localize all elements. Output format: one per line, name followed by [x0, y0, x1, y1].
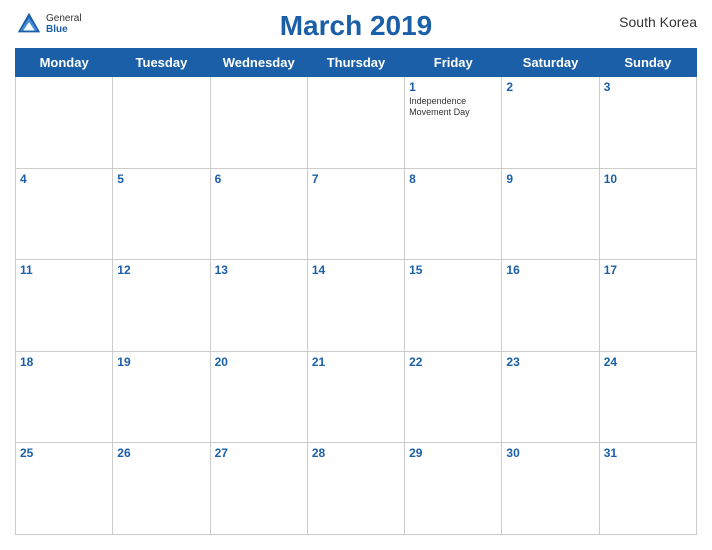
day-cell: 13: [210, 260, 307, 352]
day-cell: 26: [113, 443, 210, 535]
day-number: 3: [604, 80, 692, 94]
day-number: 2: [506, 80, 594, 94]
day-cell: 5: [113, 168, 210, 260]
calendar-wrapper: General Blue March 2019 South Korea Mond…: [0, 0, 712, 550]
day-cell: 23: [502, 351, 599, 443]
logo-text: General Blue: [46, 13, 82, 35]
day-cell: 20: [210, 351, 307, 443]
day-cell: 19: [113, 351, 210, 443]
day-cell: 8: [405, 168, 502, 260]
day-cell: 6: [210, 168, 307, 260]
day-number: 25: [20, 446, 108, 460]
day-cell: 7: [307, 168, 404, 260]
day-number: 21: [312, 355, 400, 369]
calendar-table: Monday Tuesday Wednesday Thursday Friday…: [15, 48, 697, 535]
day-number: 31: [604, 446, 692, 460]
day-number: 27: [215, 446, 303, 460]
day-number: 12: [117, 263, 205, 277]
day-cell: 31: [599, 443, 696, 535]
day-cell: 16: [502, 260, 599, 352]
day-number: 7: [312, 172, 400, 186]
holiday-label: Independence Movement Day: [409, 96, 497, 118]
day-cell: 28: [307, 443, 404, 535]
day-number: 18: [20, 355, 108, 369]
day-number: 8: [409, 172, 497, 186]
col-wednesday: Wednesday: [210, 49, 307, 77]
country-label: South Korea: [619, 14, 697, 30]
calendar-header: General Blue March 2019 South Korea: [15, 10, 697, 42]
week-row-1: 1 Independence Movement Day 23: [16, 77, 697, 169]
logo-general: General: [46, 13, 82, 24]
day-cell: 14: [307, 260, 404, 352]
day-cell: 24: [599, 351, 696, 443]
col-monday: Monday: [16, 49, 113, 77]
col-tuesday: Tuesday: [113, 49, 210, 77]
day-number: 23: [506, 355, 594, 369]
day-number: 14: [312, 263, 400, 277]
day-number: 5: [117, 172, 205, 186]
day-number: 20: [215, 355, 303, 369]
week-row-5: 25 26 27 28 29 30 31: [16, 443, 697, 535]
day-number: 29: [409, 446, 497, 460]
day-cell: [113, 77, 210, 169]
day-cell: 29: [405, 443, 502, 535]
col-friday: Friday: [405, 49, 502, 77]
day-cell: [16, 77, 113, 169]
day-cell: 17: [599, 260, 696, 352]
day-cell: 1 Independence Movement Day: [405, 77, 502, 169]
day-cell: [307, 77, 404, 169]
day-cell: 21: [307, 351, 404, 443]
day-number: 15: [409, 263, 497, 277]
calendar-title: March 2019: [280, 10, 433, 42]
logo: General Blue: [15, 10, 82, 38]
day-cell: 22: [405, 351, 502, 443]
day-number: 26: [117, 446, 205, 460]
week-row-4: 18 19 20 21 22 23 24: [16, 351, 697, 443]
logo-blue: Blue: [46, 24, 82, 35]
day-number: 16: [506, 263, 594, 277]
day-number: 30: [506, 446, 594, 460]
day-number: 10: [604, 172, 692, 186]
calendar-body: 1 Independence Movement Day 23 456789 10 11 12…: [16, 77, 697, 535]
day-cell: 11: [16, 260, 113, 352]
day-number: 4: [20, 172, 108, 186]
day-cell: 27: [210, 443, 307, 535]
day-cell: 10: [599, 168, 696, 260]
day-number: 19: [117, 355, 205, 369]
day-cell: 18: [16, 351, 113, 443]
day-cell: 3: [599, 77, 696, 169]
day-number: 13: [215, 263, 303, 277]
day-number: 9: [506, 172, 594, 186]
logo-icon: [15, 10, 43, 38]
col-thursday: Thursday: [307, 49, 404, 77]
day-number: 24: [604, 355, 692, 369]
day-cell: 4: [16, 168, 113, 260]
day-cell: 25: [16, 443, 113, 535]
day-number: 17: [604, 263, 692, 277]
day-number: 28: [312, 446, 400, 460]
col-saturday: Saturday: [502, 49, 599, 77]
weekday-header-row: Monday Tuesday Wednesday Thursday Friday…: [16, 49, 697, 77]
day-cell: 30: [502, 443, 599, 535]
day-number: 6: [215, 172, 303, 186]
day-cell: 12: [113, 260, 210, 352]
day-cell: [210, 77, 307, 169]
day-number: 22: [409, 355, 497, 369]
day-number: 11: [20, 263, 108, 277]
day-cell: 2: [502, 77, 599, 169]
day-cell: 15: [405, 260, 502, 352]
week-row-3: 11 12 13 14 15 16 17: [16, 260, 697, 352]
week-row-2: 456789 10: [16, 168, 697, 260]
day-cell: 9: [502, 168, 599, 260]
col-sunday: Sunday: [599, 49, 696, 77]
day-number: 1: [409, 80, 497, 94]
